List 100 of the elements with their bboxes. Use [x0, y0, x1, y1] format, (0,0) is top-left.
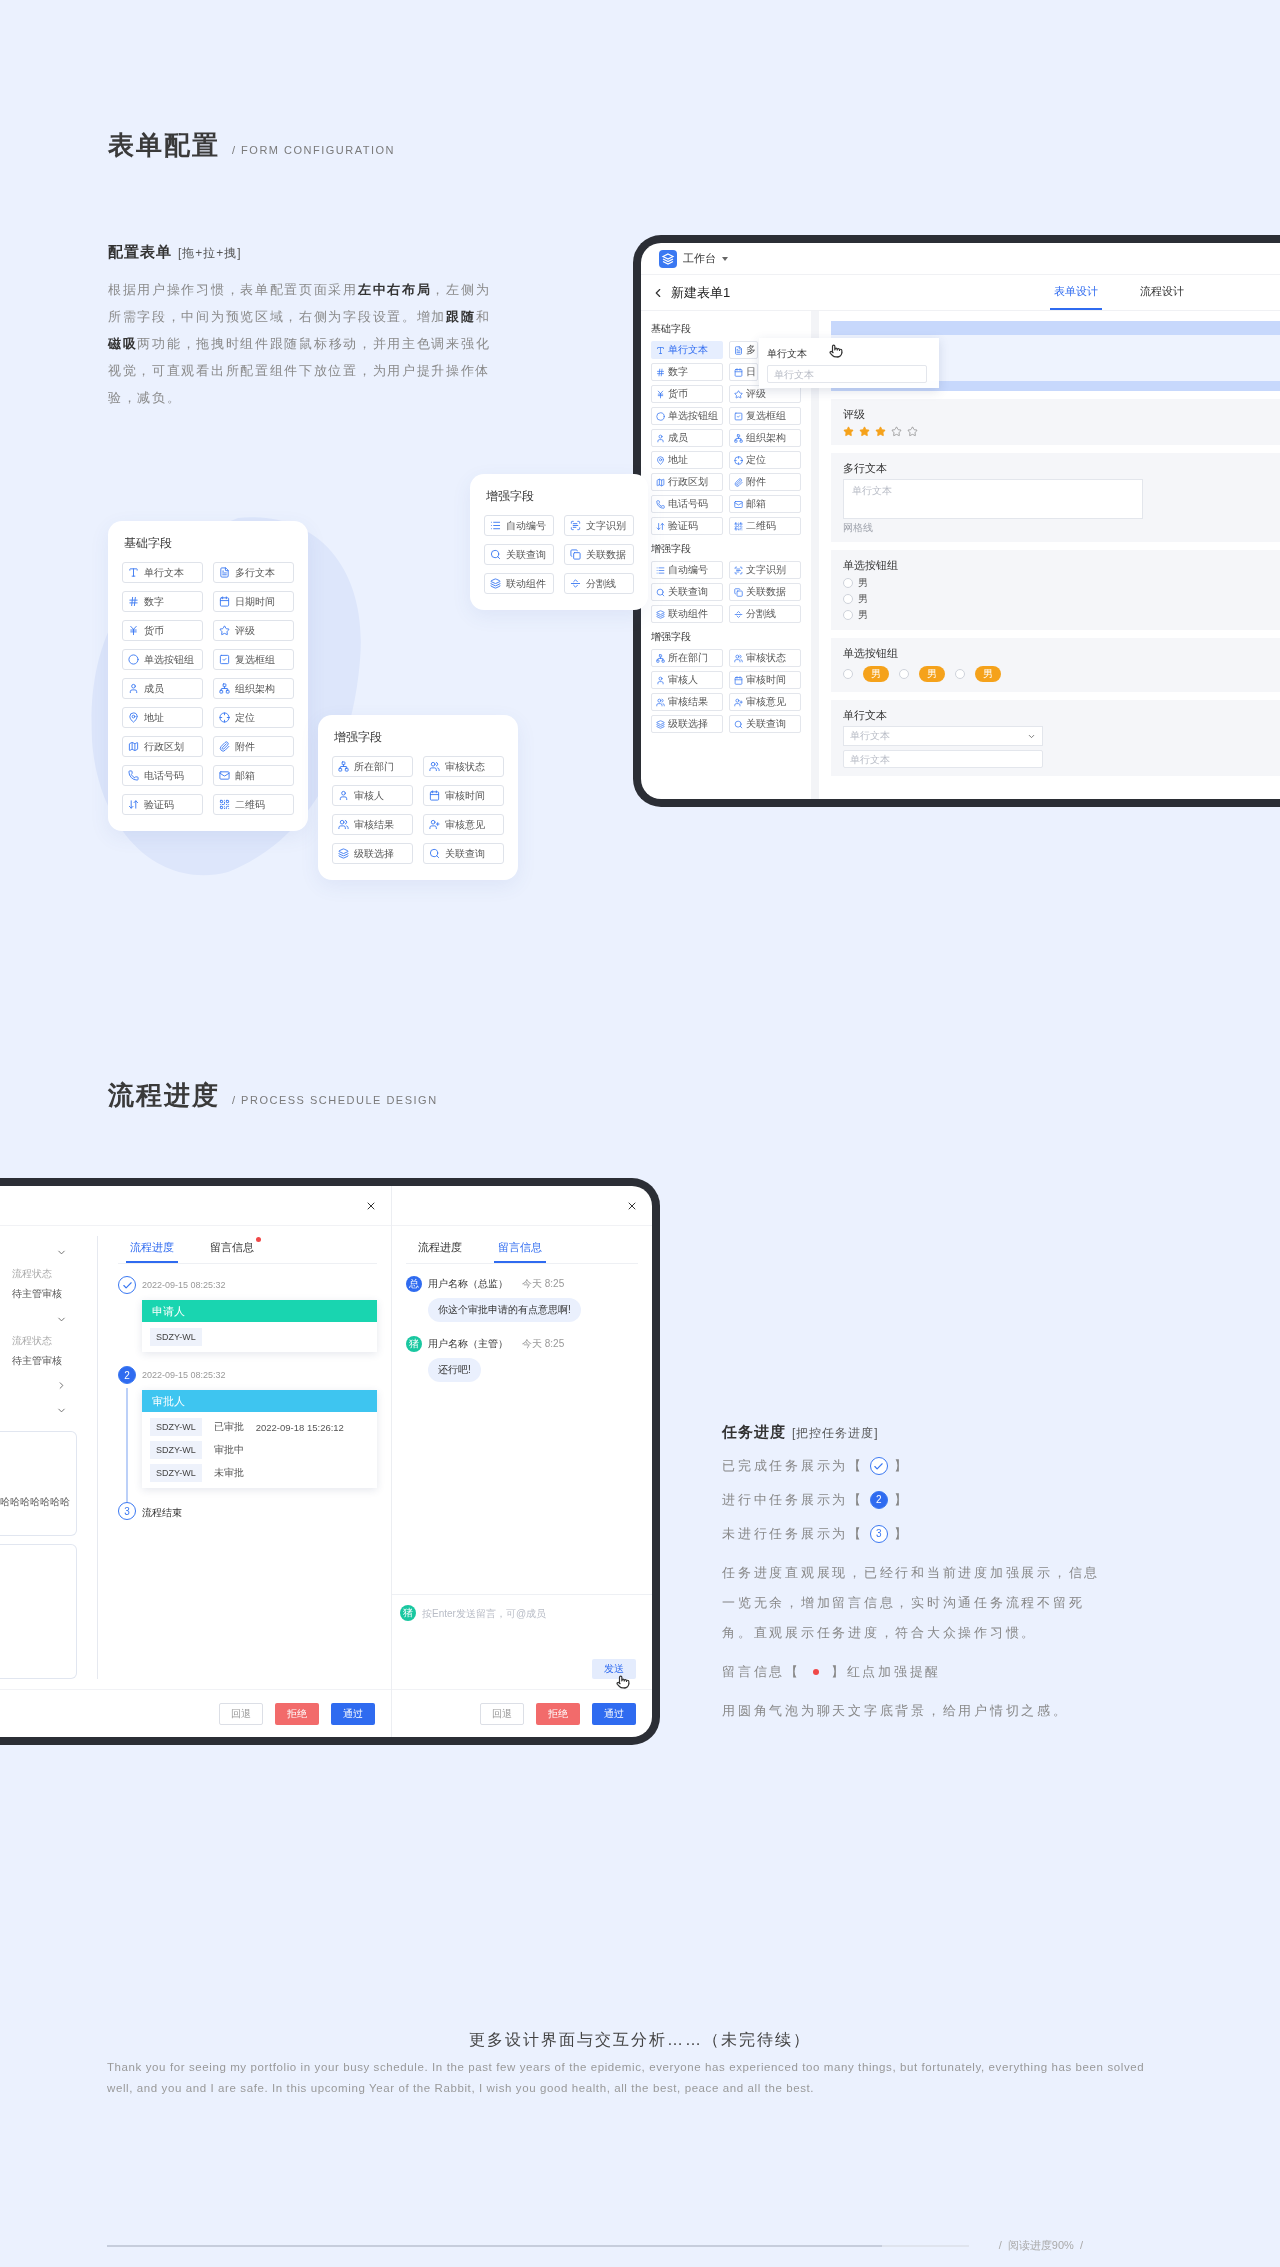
field-item[interactable]: 数字: [122, 591, 203, 612]
field-item[interactable]: 联动组件: [651, 605, 723, 623]
field-item[interactable]: 文字识别: [729, 561, 801, 579]
field-item[interactable]: 级联选择: [332, 843, 413, 864]
field-item[interactable]: 附件: [729, 473, 801, 491]
field-item[interactable]: 审核时间: [729, 671, 801, 689]
field-item[interactable]: 二维码: [729, 517, 801, 535]
field-item[interactable]: 定位: [729, 451, 801, 469]
field-item[interactable]: 地址: [651, 451, 723, 469]
field-item[interactable]: 单选按钮组: [122, 649, 203, 670]
calendar-icon: [734, 675, 743, 685]
field-item[interactable]: 审核状态: [423, 756, 504, 777]
tab[interactable]: 留言信息: [494, 1234, 546, 1263]
map-pin-icon: [656, 455, 665, 465]
tab[interactable]: 流程进度: [414, 1234, 466, 1263]
field-item[interactable]: 级联选择: [651, 715, 723, 733]
action-button[interactable]: 通过: [592, 1702, 636, 1725]
app-name: 工作台: [683, 251, 716, 266]
field-item[interactable]: 审核结果: [651, 693, 723, 711]
radio-option[interactable]: 男: [843, 576, 1268, 590]
radio-button[interactable]: [899, 669, 909, 679]
field-item[interactable]: 单行文本: [122, 562, 203, 583]
field-item[interactable]: 二维码: [213, 794, 294, 815]
field-item[interactable]: 电话号码: [122, 765, 203, 786]
field-item[interactable]: 复选框组: [213, 649, 294, 670]
field-item[interactable]: 货币: [122, 620, 203, 641]
field-item[interactable]: 审核时间: [423, 785, 504, 806]
star-icon: [875, 425, 886, 437]
tab[interactable]: 表单设计: [1050, 275, 1103, 310]
search-icon: [429, 848, 440, 859]
tab[interactable]: 流程设计: [1136, 275, 1189, 310]
radio-button[interactable]: [843, 669, 853, 679]
org-chart-icon: [338, 761, 349, 772]
field-item[interactable]: 分割线: [564, 573, 634, 594]
field-item[interactable]: 联动组件: [484, 573, 554, 594]
star-icon: [891, 425, 902, 437]
field-item[interactable]: 组织架构: [729, 429, 801, 447]
group-title: 增强字段: [651, 543, 692, 555]
field-item[interactable]: 地址: [122, 707, 203, 728]
field-item[interactable]: 所在部门: [332, 756, 413, 777]
field-item[interactable]: 关联数据: [729, 583, 801, 601]
field-item[interactable]: 附件: [213, 736, 294, 757]
field-item[interactable]: 文字识别: [564, 515, 634, 536]
field-item[interactable]: 行政区划: [122, 736, 203, 757]
field-item[interactable]: 数字: [651, 363, 723, 381]
field-item[interactable]: 单选按钮组: [651, 407, 723, 425]
field-item[interactable]: 自动编号: [651, 561, 723, 579]
field-item[interactable]: 关联查询: [484, 544, 554, 565]
field-item[interactable]: 复选框组: [729, 407, 801, 425]
radio-button[interactable]: [843, 610, 853, 620]
field-item[interactable]: 邮箱: [729, 495, 801, 513]
step-label: 流程结束: [142, 1507, 182, 1518]
field-item[interactable]: 验证码: [651, 517, 723, 535]
field-item[interactable]: 审核人: [651, 671, 723, 689]
field-item[interactable]: 邮箱: [213, 765, 294, 786]
send-button[interactable]: 发送: [592, 1659, 636, 1679]
field-item[interactable]: 多: [729, 341, 758, 359]
radio-button[interactable]: [843, 594, 853, 604]
action-button[interactable]: 通过: [331, 1702, 375, 1725]
radio-button[interactable]: [843, 578, 853, 588]
tab[interactable]: 流程进度: [126, 1234, 178, 1263]
field-item[interactable]: 单行文本: [651, 341, 723, 359]
field-item[interactable]: 日期时间: [213, 591, 294, 612]
field-item[interactable]: 成员: [651, 429, 723, 447]
divider-icon: [734, 609, 743, 619]
field-item[interactable]: 关联查询: [729, 715, 801, 733]
field-item[interactable]: 审核意见: [729, 693, 801, 711]
field-item[interactable]: 验证码: [122, 794, 203, 815]
field-item[interactable]: 评级: [213, 620, 294, 641]
field-item[interactable]: 关联数据: [564, 544, 634, 565]
description: 用圆角气泡为聊天文字底背景，给用户情切之感。: [722, 1702, 1070, 1720]
radio-option[interactable]: 男: [843, 592, 1268, 606]
field-item[interactable]: 审核人: [332, 785, 413, 806]
tab[interactable]: 留言信息: [206, 1234, 258, 1263]
message-input[interactable]: 按Enter发送留言，可@成员: [422, 1607, 644, 1619]
field-item[interactable]: 日: [729, 363, 758, 381]
reading-progress: / 阅读进度90% /: [998, 2238, 1083, 2253]
field-item[interactable]: 自动编号: [484, 515, 554, 536]
heading: 配置表单: [108, 243, 172, 262]
field-item[interactable]: 所在部门: [651, 649, 723, 667]
field-item[interactable]: 关联查询: [423, 843, 504, 864]
field-item[interactable]: 分割线: [729, 605, 801, 623]
field-item[interactable]: 审核状态: [729, 649, 801, 667]
field-item[interactable]: 定位: [213, 707, 294, 728]
field-item[interactable]: 货币: [651, 385, 723, 403]
radio-button[interactable]: [955, 669, 965, 679]
paperclip-icon: [734, 477, 743, 487]
field-item[interactable]: 审核意见: [423, 814, 504, 835]
field-item[interactable]: 行政区划: [651, 473, 723, 491]
field-item[interactable]: 审核结果: [332, 814, 413, 835]
user-icon: [656, 675, 665, 685]
field-item[interactable]: 组织架构: [213, 678, 294, 699]
app-logo-icon: [659, 249, 677, 268]
phone-icon: [128, 770, 139, 781]
radio-option[interactable]: 男: [843, 608, 1268, 622]
field-item[interactable]: 多行文本: [213, 562, 294, 583]
field-item[interactable]: 关联查询: [651, 583, 723, 601]
search-icon: [656, 587, 665, 597]
field-item[interactable]: 成员: [122, 678, 203, 699]
field-item[interactable]: 电话号码: [651, 495, 723, 513]
